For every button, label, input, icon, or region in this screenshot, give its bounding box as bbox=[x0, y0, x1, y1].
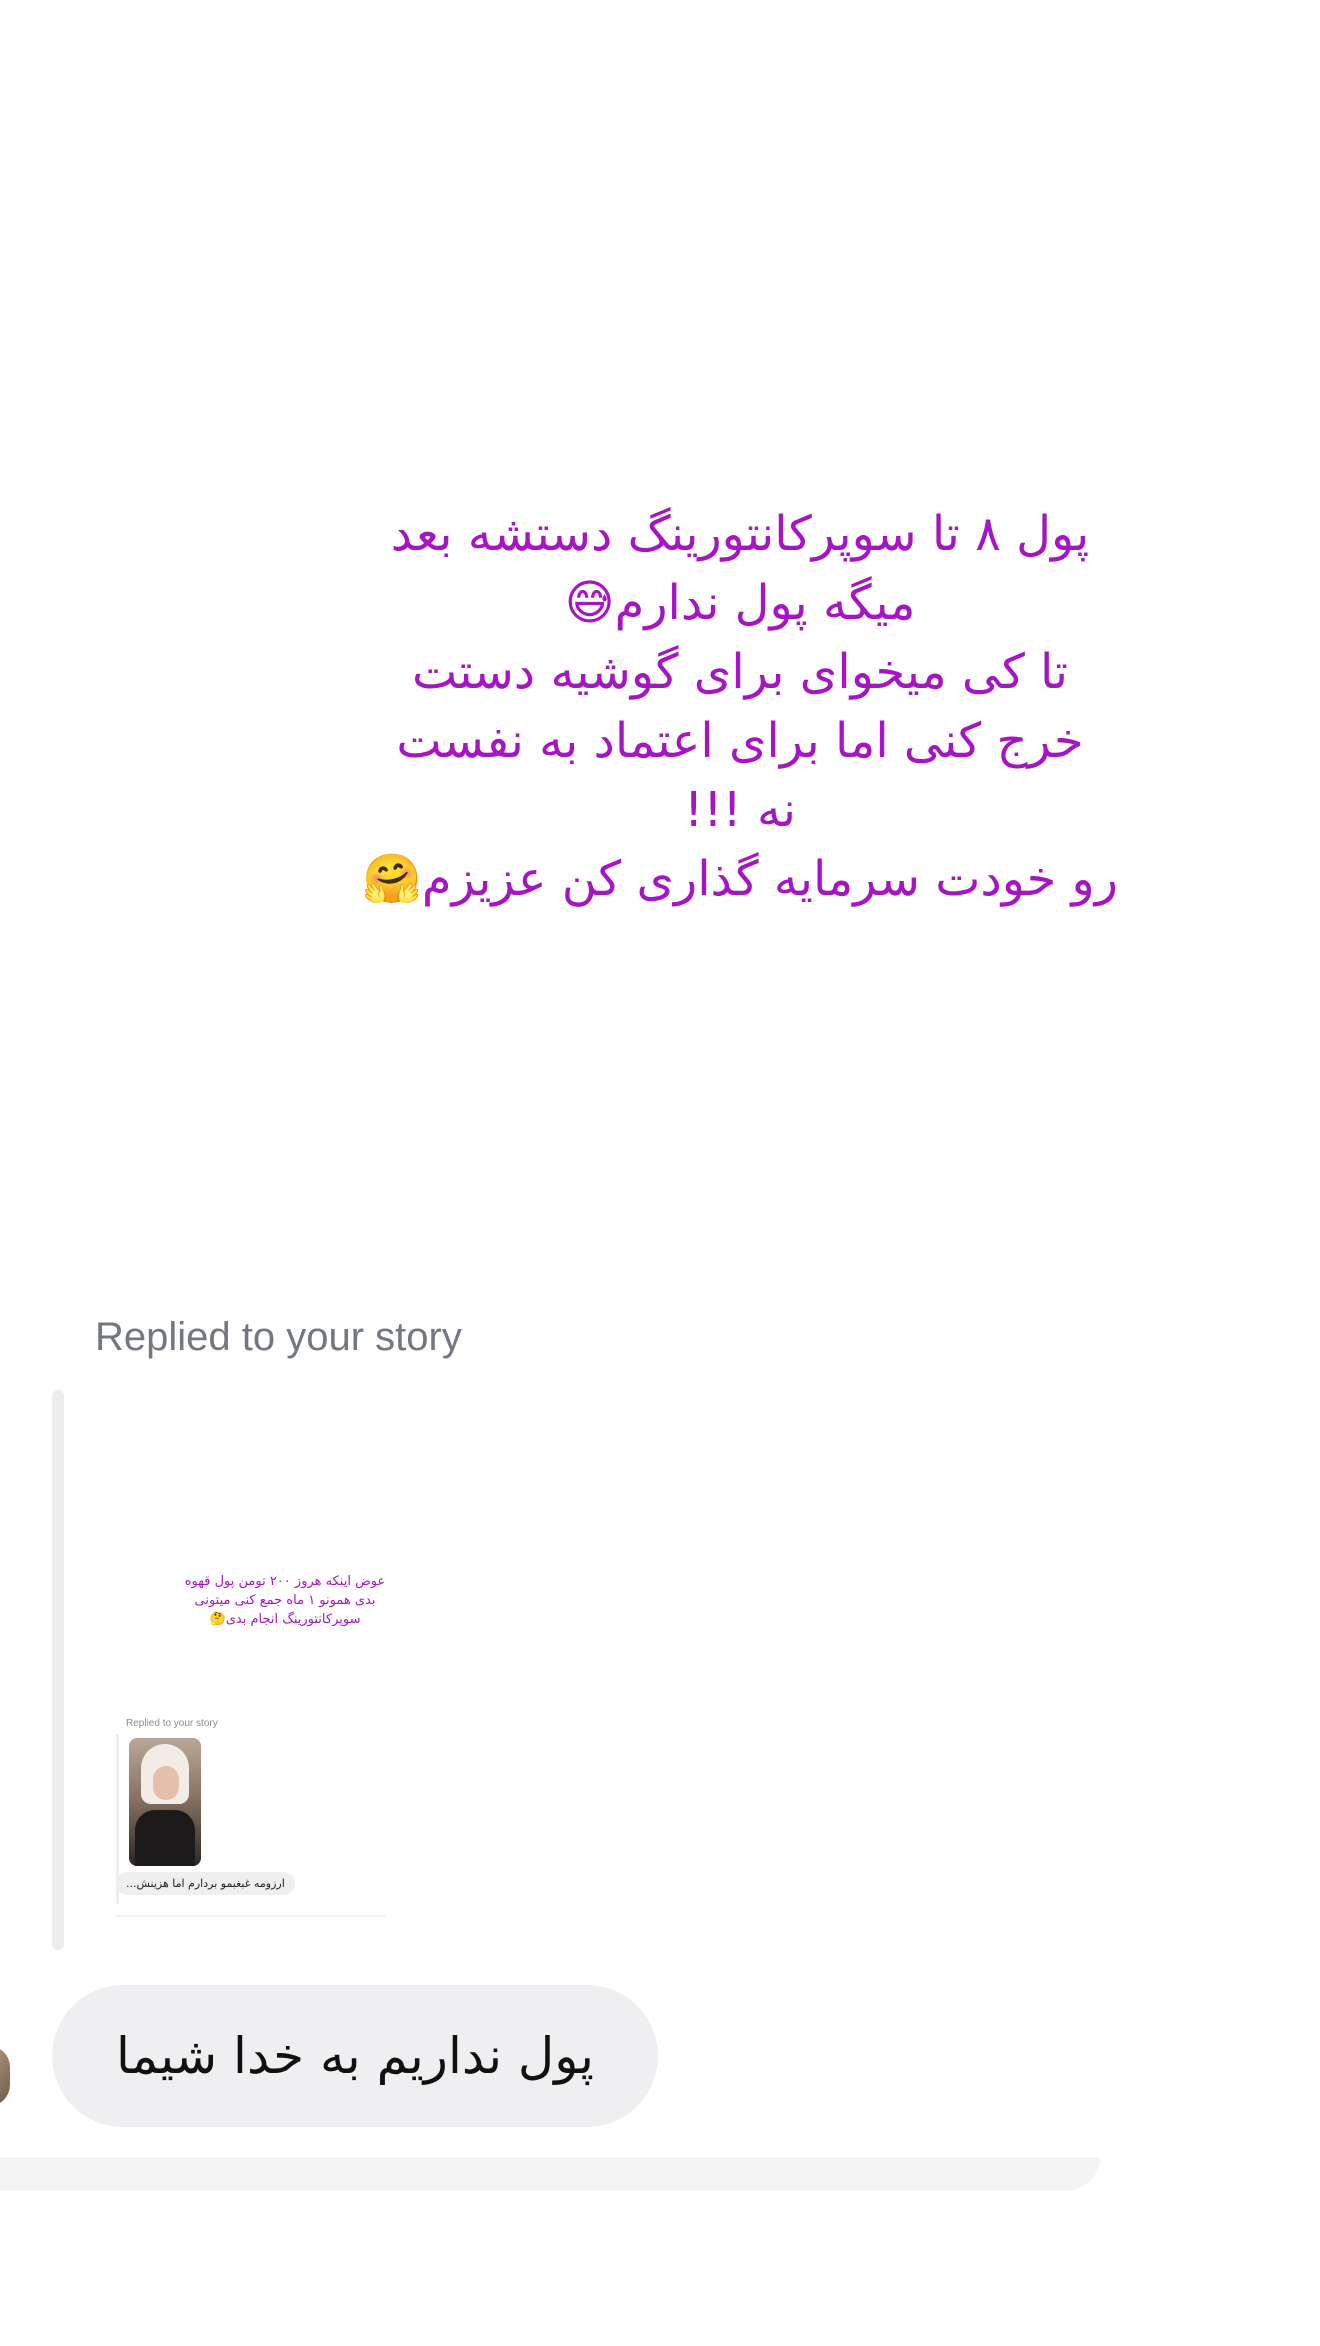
preview-message-bubble: ارزومه غبغبمو بردارم اما هزینش... bbox=[116, 1872, 295, 1895]
avatar[interactable] bbox=[0, 2046, 10, 2106]
preview-divider bbox=[116, 1915, 386, 1917]
story-line: خرج کنی اما برای اعتماد به نفست bbox=[396, 713, 1084, 769]
story-preview[interactable]: عوض اینکه هروز ۲۰۰ تومن پول قهوه بدی همو… bbox=[110, 1400, 400, 1920]
reply-indicator-bar bbox=[52, 1390, 64, 1950]
story-line: تا کی میخوای برای گوشیه دستت bbox=[411, 644, 1069, 700]
preview-story-line: عوض اینکه هروز ۲۰۰ تومن پول قهوه bbox=[184, 1574, 386, 1589]
story-text: پول ۸ تا سوپرکانتورینگ دستشه بعد میگه پو… bbox=[340, 500, 1140, 914]
story-line: رو خودت سرمایه گذاری کن عزیزم🤗 bbox=[362, 851, 1118, 907]
preview-story-line: سوپرکانتورینگ انجام بدی🤔 bbox=[209, 1612, 361, 1627]
story-line: میگه پول ندارم😅 bbox=[564, 575, 916, 631]
message-text: پول نداریم به خدا شیما bbox=[116, 2027, 594, 2085]
replied-to-story-label: Replied to your story bbox=[95, 1315, 462, 1359]
preview-story-line: بدی همونو ۱ ماه جمع کنی میتونی bbox=[194, 1593, 376, 1608]
thumbnail-face bbox=[153, 1766, 179, 1800]
thumbnail-body bbox=[135, 1810, 195, 1866]
story-line: نه !!! bbox=[683, 782, 797, 838]
preview-story-text: عوض اینکه هروز ۲۰۰ تومن پول قهوه بدی همو… bbox=[170, 1572, 400, 1629]
story-line: پول ۸ تا سوپرکانتورینگ دستشه بعد bbox=[390, 506, 1090, 562]
preview-story-thumbnail bbox=[129, 1738, 201, 1866]
message-bubble[interactable]: پول نداریم به خدا شیما bbox=[52, 1985, 658, 2127]
preview-replied-label: Replied to your story bbox=[126, 1718, 218, 1729]
next-message-bubble-edge bbox=[0, 2157, 1100, 2191]
